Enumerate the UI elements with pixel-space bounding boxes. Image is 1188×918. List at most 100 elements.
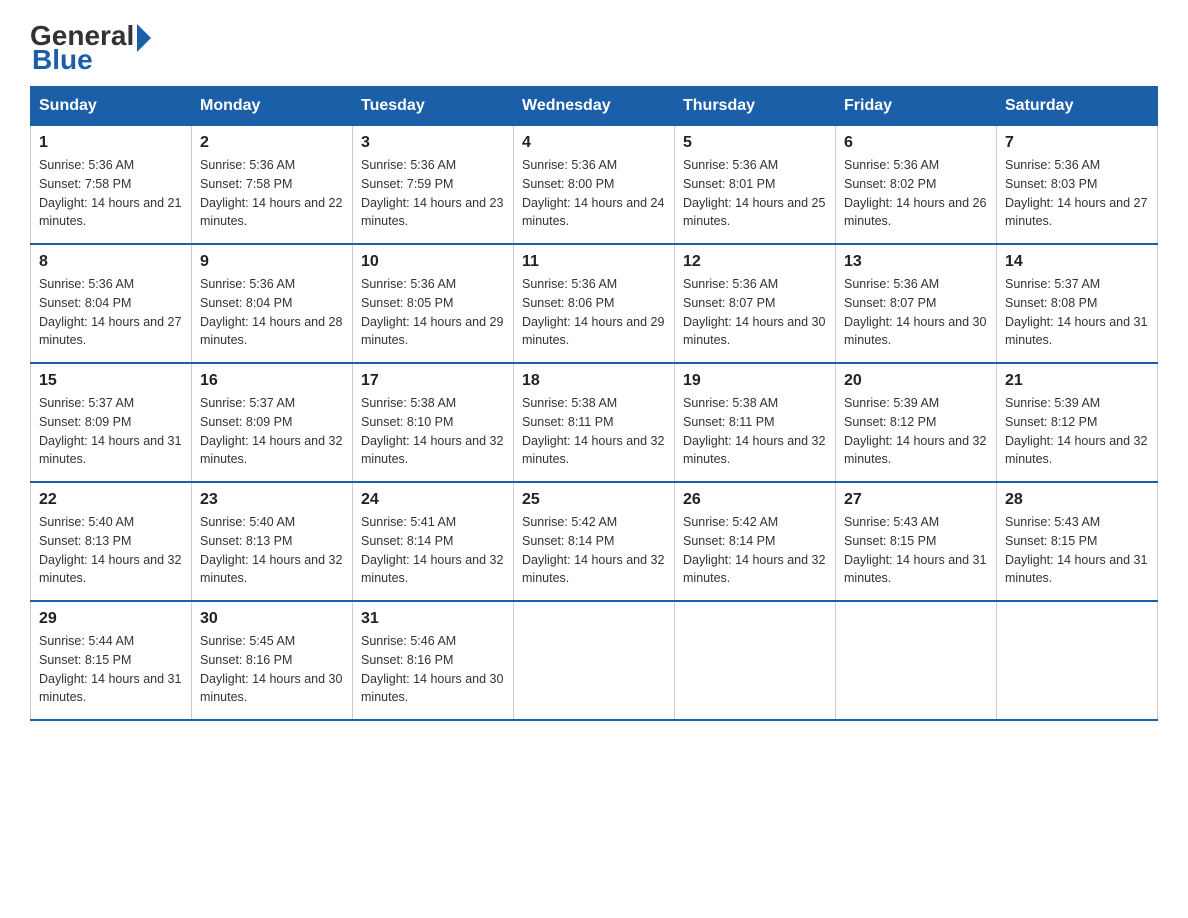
calendar-cell: 21 Sunrise: 5:39 AMSunset: 8:12 PMDayligh… [997,363,1158,482]
calendar-cell: 3 Sunrise: 5:36 AMSunset: 7:59 PMDaylight… [353,126,514,245]
day-number: 19 [683,372,827,390]
day-info: Sunrise: 5:38 AMSunset: 8:10 PMDaylight:… [361,394,505,469]
day-info: Sunrise: 5:39 AMSunset: 8:12 PMDaylight:… [1005,394,1149,469]
day-number: 15 [39,372,183,390]
day-number: 26 [683,491,827,509]
day-info: Sunrise: 5:41 AMSunset: 8:14 PMDaylight:… [361,513,505,588]
day-number: 12 [683,253,827,271]
weekday-header-wednesday: Wednesday [514,87,675,126]
weekday-header-row: SundayMondayTuesdayWednesdayThursdayFrid… [31,87,1158,126]
logo-arrow-icon [137,24,151,52]
day-info: Sunrise: 5:36 AMSunset: 8:03 PMDaylight:… [1005,156,1149,231]
calendar-cell: 20 Sunrise: 5:39 AMSunset: 8:12 PMDayligh… [836,363,997,482]
day-info: Sunrise: 5:38 AMSunset: 8:11 PMDaylight:… [683,394,827,469]
weekday-header-friday: Friday [836,87,997,126]
day-info: Sunrise: 5:44 AMSunset: 8:15 PMDaylight:… [39,632,183,707]
calendar-cell: 17 Sunrise: 5:38 AMSunset: 8:10 PMDayligh… [353,363,514,482]
calendar-cell: 24 Sunrise: 5:41 AMSunset: 8:14 PMDayligh… [353,482,514,601]
weekday-header-monday: Monday [192,87,353,126]
calendar-cell [997,601,1158,720]
day-info: Sunrise: 5:43 AMSunset: 8:15 PMDaylight:… [844,513,988,588]
day-info: Sunrise: 5:42 AMSunset: 8:14 PMDaylight:… [683,513,827,588]
calendar-cell: 30 Sunrise: 5:45 AMSunset: 8:16 PMDayligh… [192,601,353,720]
day-number: 23 [200,491,344,509]
day-number: 10 [361,253,505,271]
day-number: 14 [1005,253,1149,271]
day-number: 8 [39,253,183,271]
calendar-cell: 23 Sunrise: 5:40 AMSunset: 8:13 PMDayligh… [192,482,353,601]
day-number: 3 [361,134,505,152]
day-number: 31 [361,610,505,628]
calendar-cell: 12 Sunrise: 5:36 AMSunset: 8:07 PMDayligh… [675,244,836,363]
day-number: 13 [844,253,988,271]
logo: General Blue [30,20,151,76]
day-info: Sunrise: 5:36 AMSunset: 7:58 PMDaylight:… [200,156,344,231]
day-info: Sunrise: 5:36 AMSunset: 8:04 PMDaylight:… [39,275,183,350]
calendar-cell: 18Sunrise: 5:38 AMSunset: 8:11 PMDayligh… [514,363,675,482]
weekday-header-thursday: Thursday [675,87,836,126]
day-number: 2 [200,134,344,152]
calendar-cell: 14Sunrise: 5:37 AMSunset: 8:08 PMDayligh… [997,244,1158,363]
calendar-table: SundayMondayTuesdayWednesdayThursdayFrid… [30,86,1158,721]
calendar-cell: 13Sunrise: 5:36 AMSunset: 8:07 PMDayligh… [836,244,997,363]
day-number: 5 [683,134,827,152]
weekday-header-tuesday: Tuesday [353,87,514,126]
day-info: Sunrise: 5:40 AMSunset: 8:13 PMDaylight:… [200,513,344,588]
calendar-cell: 7 Sunrise: 5:36 AMSunset: 8:03 PMDaylight… [997,126,1158,245]
calendar-cell: 29 Sunrise: 5:44 AMSunset: 8:15 PMDayligh… [31,601,192,720]
weekday-header-sunday: Sunday [31,87,192,126]
calendar-cell [514,601,675,720]
day-number: 7 [1005,134,1149,152]
day-number: 18 [522,372,666,390]
day-info: Sunrise: 5:39 AMSunset: 8:12 PMDaylight:… [844,394,988,469]
day-number: 24 [361,491,505,509]
day-number: 17 [361,372,505,390]
logo-blue-text: Blue [32,44,93,76]
page-header: General Blue [30,20,1158,76]
day-number: 27 [844,491,988,509]
day-info: Sunrise: 5:37 AMSunset: 8:09 PMDaylight:… [200,394,344,469]
calendar-week-row: 29 Sunrise: 5:44 AMSunset: 8:15 PMDayligh… [31,601,1158,720]
calendar-cell: 16 Sunrise: 5:37 AMSunset: 8:09 PMDayligh… [192,363,353,482]
weekday-header-saturday: Saturday [997,87,1158,126]
day-info: Sunrise: 5:43 AMSunset: 8:15 PMDaylight:… [1005,513,1149,588]
day-number: 22 [39,491,183,509]
day-number: 25 [522,491,666,509]
day-info: Sunrise: 5:36 AMSunset: 7:58 PMDaylight:… [39,156,183,231]
calendar-week-row: 8 Sunrise: 5:36 AMSunset: 8:04 PMDaylight… [31,244,1158,363]
day-info: Sunrise: 5:37 AMSunset: 8:09 PMDaylight:… [39,394,183,469]
calendar-cell: 19 Sunrise: 5:38 AMSunset: 8:11 PMDayligh… [675,363,836,482]
calendar-cell: 4Sunrise: 5:36 AMSunset: 8:00 PMDaylight… [514,126,675,245]
calendar-cell [836,601,997,720]
calendar-cell: 25 Sunrise: 5:42 AMSunset: 8:14 PMDayligh… [514,482,675,601]
calendar-cell: 15 Sunrise: 5:37 AMSunset: 8:09 PMDayligh… [31,363,192,482]
day-number: 6 [844,134,988,152]
day-info: Sunrise: 5:46 AMSunset: 8:16 PMDaylight:… [361,632,505,707]
calendar-week-row: 1Sunrise: 5:36 AMSunset: 7:58 PMDaylight… [31,126,1158,245]
calendar-cell: 26 Sunrise: 5:42 AMSunset: 8:14 PMDayligh… [675,482,836,601]
day-number: 30 [200,610,344,628]
day-info: Sunrise: 5:36 AMSunset: 8:01 PMDaylight:… [683,156,827,231]
day-info: Sunrise: 5:36 AMSunset: 8:00 PMDaylight:… [522,156,666,231]
day-info: Sunrise: 5:42 AMSunset: 8:14 PMDaylight:… [522,513,666,588]
calendar-week-row: 22 Sunrise: 5:40 AMSunset: 8:13 PMDayligh… [31,482,1158,601]
day-info: Sunrise: 5:36 AMSunset: 8:07 PMDaylight:… [683,275,827,350]
day-info: Sunrise: 5:45 AMSunset: 8:16 PMDaylight:… [200,632,344,707]
calendar-cell: 22 Sunrise: 5:40 AMSunset: 8:13 PMDayligh… [31,482,192,601]
calendar-cell: 31 Sunrise: 5:46 AMSunset: 8:16 PMDayligh… [353,601,514,720]
day-number: 11 [522,253,666,271]
calendar-cell: 9Sunrise: 5:36 AMSunset: 8:04 PMDaylight… [192,244,353,363]
calendar-cell: 5 Sunrise: 5:36 AMSunset: 8:01 PMDaylight… [675,126,836,245]
calendar-cell: 2 Sunrise: 5:36 AMSunset: 7:58 PMDaylight… [192,126,353,245]
calendar-cell: 6Sunrise: 5:36 AMSunset: 8:02 PMDaylight… [836,126,997,245]
day-number: 16 [200,372,344,390]
day-number: 20 [844,372,988,390]
day-info: Sunrise: 5:40 AMSunset: 8:13 PMDaylight:… [39,513,183,588]
calendar-cell: 28Sunrise: 5:43 AMSunset: 8:15 PMDayligh… [997,482,1158,601]
calendar-cell: 8 Sunrise: 5:36 AMSunset: 8:04 PMDaylight… [31,244,192,363]
day-number: 29 [39,610,183,628]
calendar-cell: 1Sunrise: 5:36 AMSunset: 7:58 PMDaylight… [31,126,192,245]
day-number: 21 [1005,372,1149,390]
calendar-cell: 27 Sunrise: 5:43 AMSunset: 8:15 PMDayligh… [836,482,997,601]
day-info: Sunrise: 5:36 AMSunset: 7:59 PMDaylight:… [361,156,505,231]
